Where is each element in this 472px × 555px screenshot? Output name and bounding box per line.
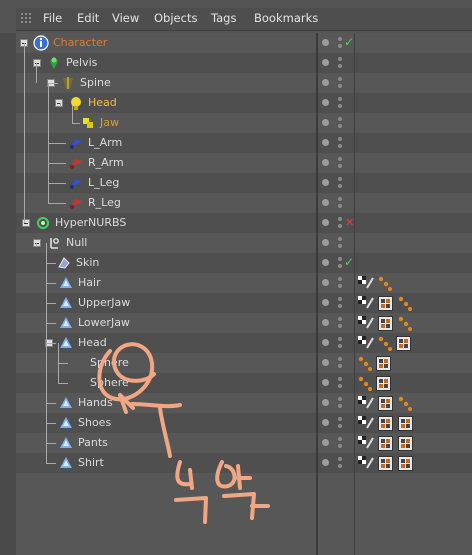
object-manager-window: File Edit View Objects Tags Bookmarks Ch… <box>0 0 472 555</box>
handwritten-annotation <box>97 342 270 524</box>
